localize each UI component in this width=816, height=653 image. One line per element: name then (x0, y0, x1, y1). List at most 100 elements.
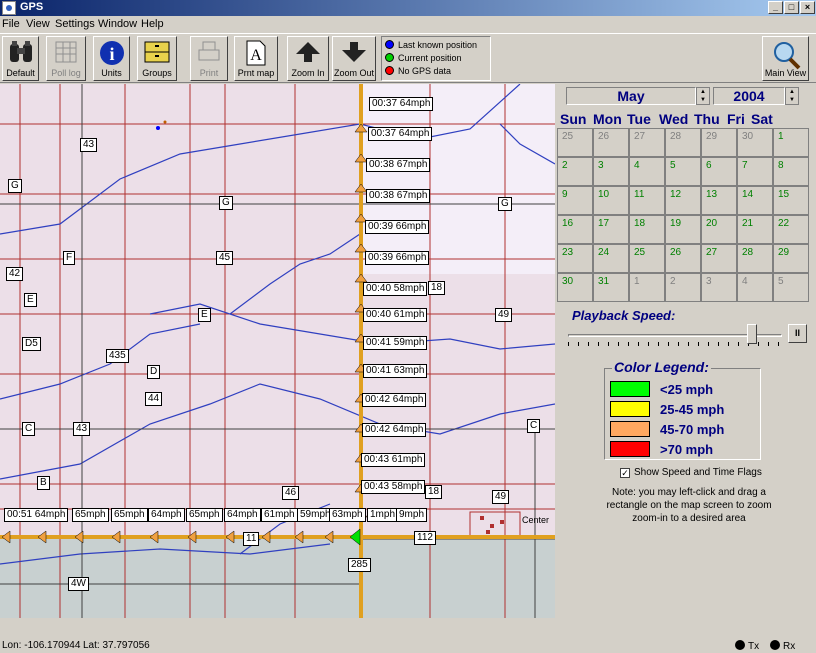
calendar-day-cell[interactable]: 19 (665, 215, 701, 244)
year-spinner[interactable]: 2004 (713, 87, 785, 105)
speed-time-flag: 00:39 66mph (365, 251, 430, 265)
calendar-day-cell[interactable]: 30 (557, 273, 593, 302)
month-spinner-arrows[interactable]: ▲ ▼ (696, 87, 710, 105)
latitude-readout: Lat: 37.797056 (83, 640, 150, 651)
legend-last-known: Last known position (385, 40, 477, 50)
calendar-day-cell[interactable]: 3 (701, 273, 737, 302)
print-map-button[interactable]: A Prnt map (234, 36, 278, 81)
calendar-day-cell[interactable]: 28 (665, 128, 701, 157)
green-dot-icon (385, 53, 394, 62)
calendar-day-cell[interactable]: 25 (629, 244, 665, 273)
calendar-day-cell[interactable]: 1 (629, 273, 665, 302)
calendar-day-cell[interactable]: 5 (665, 157, 701, 186)
calendar-day-cell[interactable]: 11 (629, 186, 665, 215)
calendar-day-cell[interactable]: 4 (629, 157, 665, 186)
playback-speed-slider-thumb[interactable] (746, 324, 757, 344)
longitude-readout: Lon: -106.170944 (2, 640, 81, 651)
close-button[interactable]: × (800, 1, 815, 14)
calendar-day-cell[interactable]: 2 (665, 273, 701, 302)
show-flags-checkbox[interactable]: ✓ (620, 468, 630, 478)
calendar-day-cell[interactable]: 20 (701, 215, 737, 244)
calendar-day-cell[interactable]: 21 (737, 215, 773, 244)
menu-help[interactable]: Help (141, 18, 164, 30)
month-spinner[interactable]: May (566, 87, 696, 105)
calendar-day-cell[interactable]: 6 (701, 157, 737, 186)
calendar-day-cell[interactable]: 28 (737, 244, 773, 273)
poll-log-button[interactable]: Poll log (46, 36, 86, 81)
pause-button[interactable]: II (788, 324, 807, 343)
calendar-day-cell[interactable]: 12 (665, 186, 701, 215)
calendar-day-cell[interactable]: 31 (593, 273, 629, 302)
rx-led-icon (770, 640, 780, 650)
calendar-day-cell[interactable]: 27 (629, 128, 665, 157)
menu-bar: File View Settings Window Help (0, 16, 816, 33)
calendar-day-cell[interactable]: 7 (737, 157, 773, 186)
zoom-out-button[interactable]: Zoom Out (332, 36, 376, 81)
tx-led-icon (735, 640, 745, 650)
speed-time-flag: 00:42 64mph (362, 423, 427, 437)
menu-file[interactable]: File (2, 18, 20, 30)
zoom-out-arrow-icon (342, 42, 366, 62)
road-sign: F (63, 251, 76, 265)
road-sign: G (8, 179, 22, 193)
units-button[interactable]: i Units (93, 36, 130, 81)
speed-time-flag: 9mph (396, 508, 428, 522)
calendar-day-cell[interactable]: 27 (701, 244, 737, 273)
calendar-day-cell[interactable]: 5 (773, 273, 809, 302)
map-canvas (0, 84, 555, 618)
speed-time-flag: 00:37 64mph (369, 97, 434, 111)
zoom-in-button[interactable]: Zoom In (287, 36, 329, 81)
color-legend-row: >70 mph (610, 441, 713, 457)
road-sign: B (37, 476, 50, 490)
print-button[interactable]: Print (190, 36, 228, 81)
calendar-day-cell[interactable]: 26 (665, 244, 701, 273)
calendar-day-cell[interactable]: 18 (629, 215, 665, 244)
road-sign: 18 (428, 281, 446, 295)
road-sign: 435 (106, 349, 129, 363)
calendar-day-cell[interactable]: 26 (593, 128, 629, 157)
default-label: Default (6, 68, 35, 78)
menu-window[interactable]: Window (98, 18, 137, 30)
speed-time-flag: 00:51 64mph (4, 508, 69, 522)
calendar-day-cell[interactable]: 10 (593, 186, 629, 215)
binoculars-icon (9, 41, 32, 62)
calendar-day-cell[interactable]: 13 (701, 186, 737, 215)
calendar-day-cell[interactable]: 4 (737, 273, 773, 302)
maximize-button[interactable]: □ (784, 1, 799, 14)
calendar-day-cell[interactable]: 17 (593, 215, 629, 244)
calendar-day-cell[interactable]: 14 (737, 186, 773, 215)
road-sign: 45 (216, 251, 234, 265)
default-button[interactable]: Default (2, 36, 39, 81)
map-view[interactable]: 43 G G G 42 F 45 E E D5 435 49 D 44 C 43… (0, 84, 555, 618)
log-table-icon (55, 41, 77, 63)
minimize-button[interactable]: _ (768, 1, 783, 14)
side-panel: May ▲ ▼ 2004 ▲ ▼ Sun Mon Tue Wed Thu Fri S… (556, 84, 816, 618)
calendar-day-cell[interactable]: 25 (557, 128, 593, 157)
calendar-day-cell[interactable]: 22 (773, 215, 809, 244)
calendar-day-cell[interactable]: 8 (773, 157, 809, 186)
legend-current: Current position (385, 53, 462, 63)
calendar-day-cell[interactable]: 9 (557, 186, 593, 215)
main-view-button[interactable]: Main View (762, 36, 809, 81)
menu-settings[interactable]: Settings (55, 18, 95, 30)
calendar-day-cell[interactable]: 30 (737, 128, 773, 157)
calendar-day-cell[interactable]: 29 (701, 128, 737, 157)
print-map-icon: A (246, 40, 266, 66)
calendar-day-cell[interactable]: 1 (773, 128, 809, 157)
speed-time-flag: 00:39 66mph (365, 220, 430, 234)
calendar-day-cell[interactable]: 2 (557, 157, 593, 186)
color-swatch (610, 441, 650, 457)
year-spinner-arrows[interactable]: ▲ ▼ (785, 87, 799, 105)
calendar-day-cell[interactable]: 16 (557, 215, 593, 244)
calendar-day-cell[interactable]: 3 (593, 157, 629, 186)
road-sign: 43 (80, 138, 98, 152)
show-flags-option[interactable]: ✓ Show Speed and Time Flags (620, 467, 762, 478)
calendar-day-cell[interactable]: 23 (557, 244, 593, 273)
calendar-day-cell[interactable]: 24 (593, 244, 629, 273)
calendar-day-cell[interactable]: 29 (773, 244, 809, 273)
speed-time-flag: 00:41 59mph (363, 336, 428, 350)
menu-view[interactable]: View (26, 18, 50, 30)
calendar-day-cell[interactable]: 15 (773, 186, 809, 215)
show-flags-label: Show Speed and Time Flags (634, 467, 762, 478)
groups-button[interactable]: Groups (137, 36, 177, 81)
